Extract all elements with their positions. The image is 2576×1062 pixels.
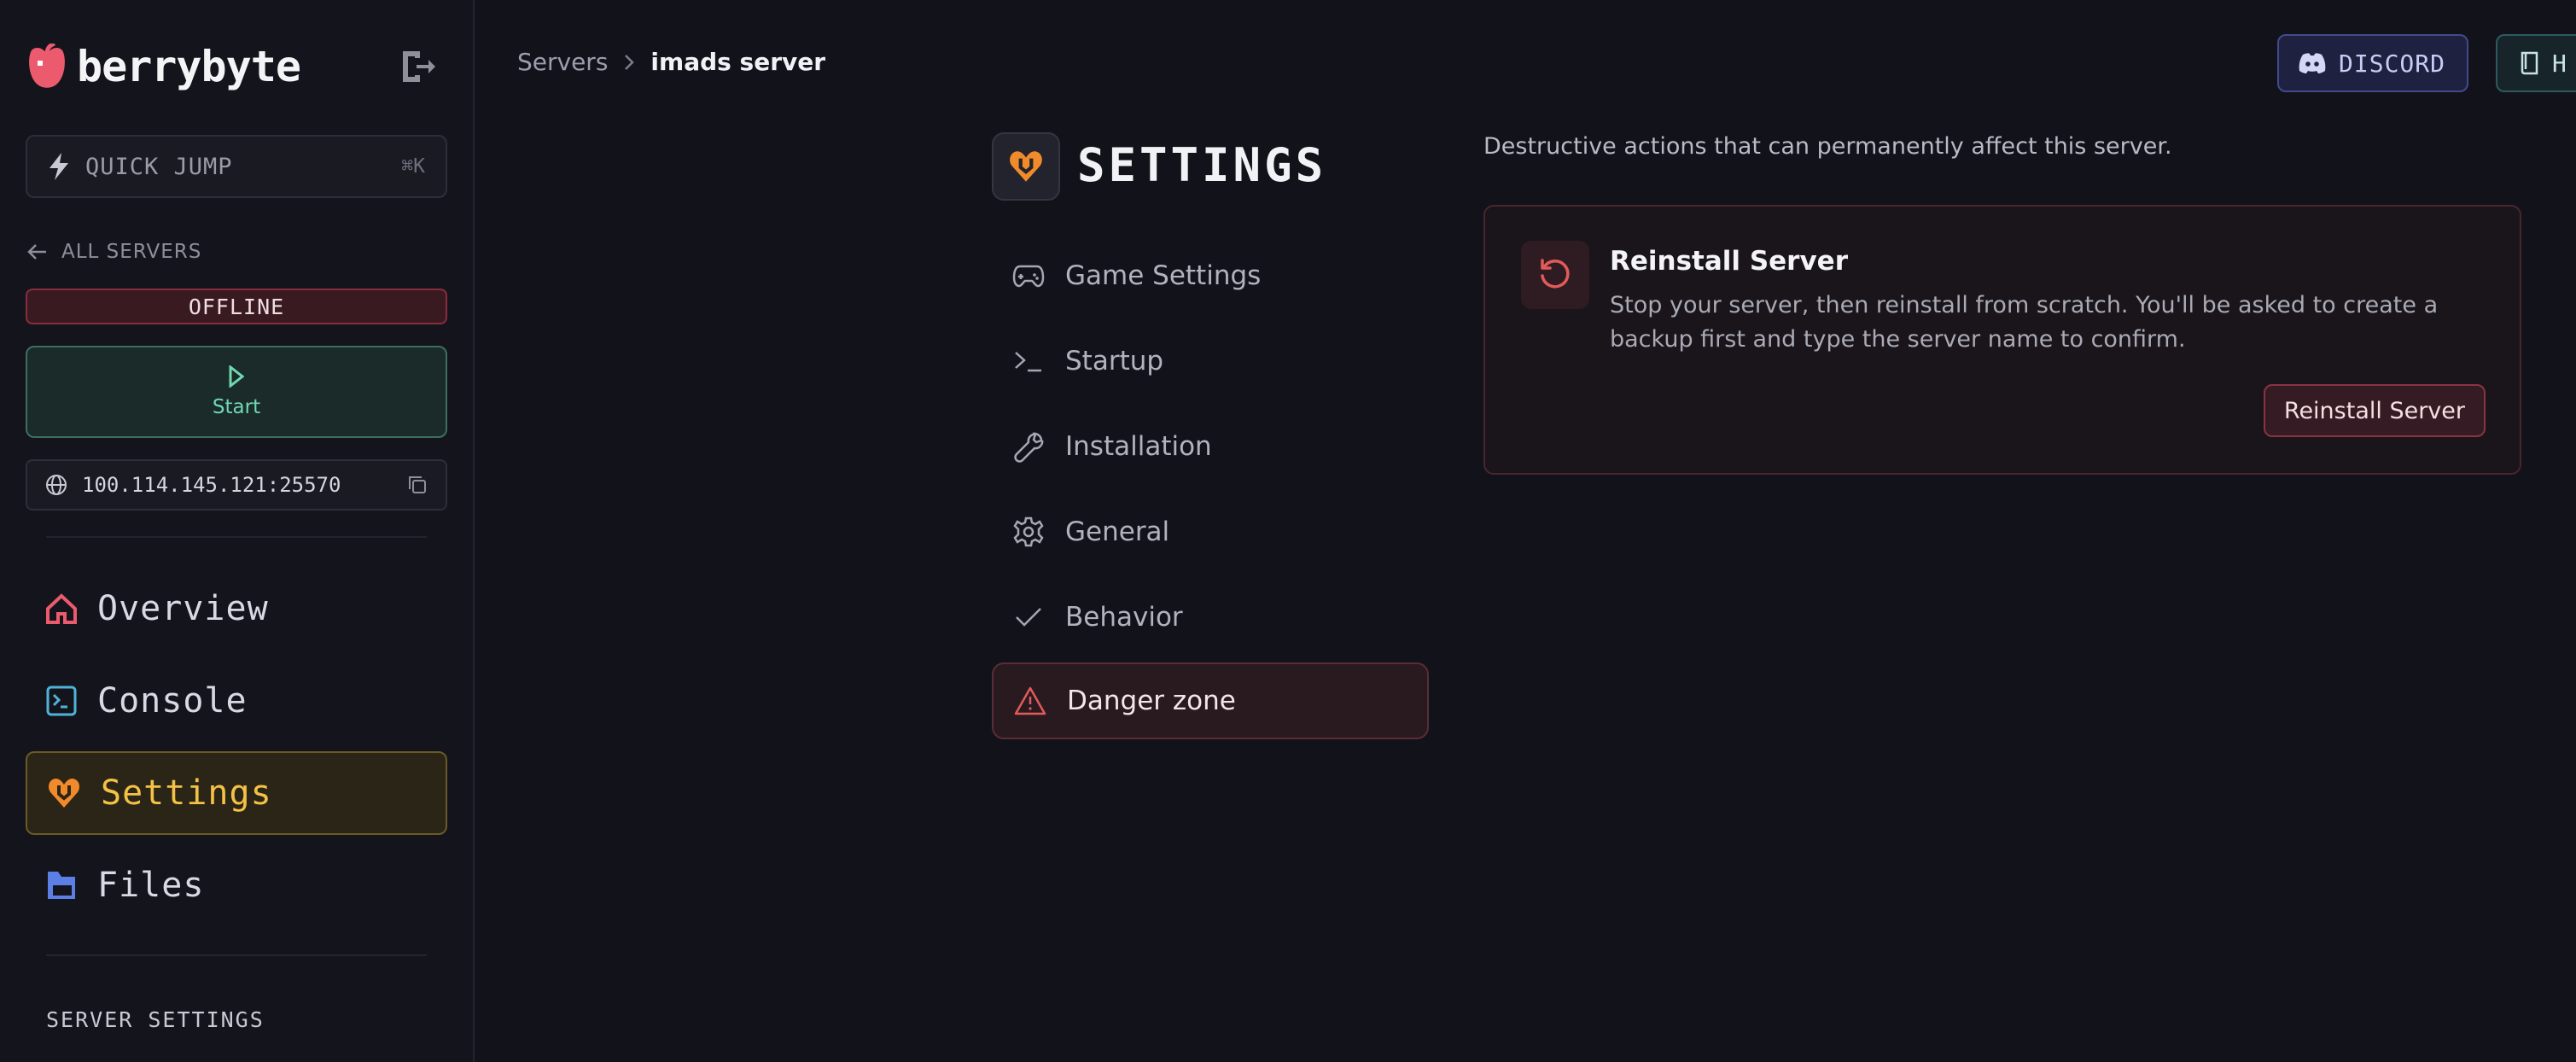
settings-header-icon-box <box>992 132 1060 201</box>
help-button[interactable]: H <box>2496 34 2576 92</box>
heart-tool-icon <box>49 779 79 808</box>
logout-icon[interactable] <box>398 46 439 87</box>
discord-button[interactable]: DISCORD <box>2277 34 2468 92</box>
page-title: SETTINGS <box>1077 138 1327 192</box>
start-label: Start <box>212 396 261 418</box>
all-servers-link[interactable]: ALL SERVERS <box>27 241 201 263</box>
arrow-left-icon <box>27 244 46 260</box>
breadcrumb-current: imads server <box>650 48 826 76</box>
reinstall-server-card: Reinstall Server Stop your server, then … <box>1483 205 2521 475</box>
sidebar-item-settings[interactable]: Settings <box>26 751 447 835</box>
status-badge: OFFLINE <box>26 289 447 324</box>
globe-icon <box>46 475 67 495</box>
prompt-icon <box>1015 352 1041 372</box>
breadcrumb-servers[interactable]: Servers <box>517 48 608 76</box>
sidebar-item-label: Settings <box>101 773 272 813</box>
reinstall-icon-box <box>1521 241 1589 309</box>
reinstall-server-button[interactable]: Reinstall Server <box>2263 384 2486 437</box>
discord-label: DISCORD <box>2339 49 2446 78</box>
tab-label: Installation <box>1065 431 1212 462</box>
discord-icon <box>2299 53 2326 73</box>
danger-zone-description: Destructive actions that can permanently… <box>1483 133 2172 160</box>
sidebar-item-label: Files <box>97 866 205 905</box>
play-icon <box>229 365 244 388</box>
start-button[interactable]: Start <box>26 346 447 438</box>
reinstall-description: Stop your server, then reinstall from sc… <box>1610 292 2439 353</box>
ip-address: 100.114.145.121:25570 <box>82 473 341 497</box>
sidebar-item-overview[interactable]: Overview <box>26 567 447 651</box>
tab-label: Startup <box>1065 346 1164 376</box>
tab-general[interactable]: General <box>992 493 1429 570</box>
logo-text: berrybyte <box>77 42 301 91</box>
section-label: SERVER SETTINGS <box>46 1007 265 1032</box>
reinstall-title: Reinstall Server <box>1610 246 1848 277</box>
wrench-icon <box>1014 432 1044 463</box>
status-badge-label: OFFLINE <box>188 294 285 319</box>
quick-jump-button[interactable]: QUICK JUMP ⌘K <box>26 135 447 198</box>
tab-danger-zone[interactable]: Danger zone <box>992 662 1429 739</box>
breadcrumb: Servers imads server <box>517 48 825 76</box>
quick-jump-shortcut: ⌘K <box>401 155 425 178</box>
tab-label: Danger zone <box>1067 686 1236 716</box>
tab-installation[interactable]: Installation <box>992 408 1429 485</box>
check-icon <box>1016 608 1041 627</box>
tab-label: Behavior <box>1065 602 1183 633</box>
server-address: 100.114.145.121:25570 <box>26 459 447 511</box>
copy-icon[interactable] <box>406 474 428 496</box>
gear-icon <box>1013 516 1044 547</box>
home-icon <box>46 593 77 624</box>
sidebar-divider <box>46 954 427 956</box>
sidebar-item-console[interactable]: Console <box>26 659 447 743</box>
logo[interactable]: berrybyte <box>26 41 301 92</box>
tab-label: General <box>1065 516 1170 547</box>
all-servers-label: ALL SERVERS <box>61 241 202 263</box>
reinstall-button-label: Reinstall Server <box>2283 397 2465 424</box>
tab-startup[interactable]: Startup <box>992 323 1429 400</box>
sidebar: berrybyte QUICK JUMP ⌘K ALL SERVERS OFFL… <box>0 0 475 1062</box>
lightning-icon <box>50 153 68 180</box>
quick-jump-label: QUICK JUMP <box>85 153 233 180</box>
warning-icon <box>1014 686 1046 715</box>
folder-icon <box>48 872 75 899</box>
chevron-right-icon <box>625 54 635 70</box>
heart-tool-icon <box>1010 151 1042 182</box>
sidebar-item-label: Overview <box>97 589 269 628</box>
sidebar-divider <box>46 536 427 538</box>
tab-game-settings[interactable]: Game Settings <box>992 237 1429 314</box>
book-icon <box>2521 51 2538 75</box>
gamepad-icon <box>1012 265 1045 288</box>
help-label: H <box>2552 49 2567 78</box>
sidebar-item-files[interactable]: Files <box>26 843 447 927</box>
terminal-icon <box>46 686 77 716</box>
berry-logo-icon <box>29 44 65 88</box>
reinstall-icon <box>1541 259 1570 289</box>
tab-behavior[interactable]: Behavior <box>992 579 1429 656</box>
sidebar-item-label: Console <box>97 681 248 721</box>
tab-label: Game Settings <box>1065 260 1262 291</box>
